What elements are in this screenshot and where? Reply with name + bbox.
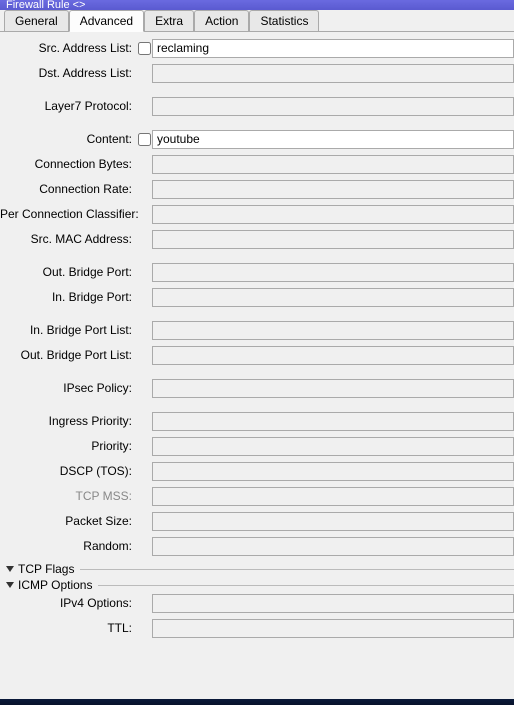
group-tcp-flags-label: TCP Flags bbox=[18, 562, 74, 576]
out-bridge-port-input[interactable] bbox=[152, 263, 514, 282]
dscp-tos-input[interactable] bbox=[152, 462, 514, 481]
in-bridge-port-input[interactable] bbox=[152, 288, 514, 307]
random-input[interactable] bbox=[152, 537, 514, 556]
layer7-protocol-input[interactable] bbox=[152, 97, 514, 116]
ttl-input[interactable] bbox=[152, 619, 514, 638]
out-bridge-port-list-input[interactable] bbox=[152, 346, 514, 365]
label-src-address-list: Src. Address List: bbox=[0, 41, 136, 55]
label-ipv4-options: IPv4 Options: bbox=[0, 596, 136, 610]
group-icmp-options[interactable]: ICMP Options bbox=[0, 577, 514, 593]
invert-src-address-list-checkbox[interactable] bbox=[138, 42, 151, 55]
tab-content-advanced: Src. Address List: Dst. Address List: La… bbox=[0, 32, 514, 699]
label-in-bridge-port: In. Bridge Port: bbox=[0, 290, 136, 304]
tcp-mss-input[interactable] bbox=[152, 487, 514, 506]
label-ingress-priority: Ingress Priority: bbox=[0, 414, 136, 428]
label-priority: Priority: bbox=[0, 439, 136, 453]
divider bbox=[80, 569, 514, 570]
label-ipsec-policy: IPsec Policy: bbox=[0, 381, 136, 395]
label-layer7-protocol: Layer7 Protocol: bbox=[0, 99, 136, 113]
label-out-bridge-port-list: Out. Bridge Port List: bbox=[0, 348, 136, 362]
per-connection-classifier-input[interactable] bbox=[152, 205, 514, 224]
divider bbox=[98, 585, 514, 586]
window-title-bar: Firewall Rule <> bbox=[0, 0, 514, 10]
ipsec-policy-input[interactable] bbox=[152, 379, 514, 398]
window-bottom-edge bbox=[0, 699, 514, 705]
label-dst-address-list: Dst. Address List: bbox=[0, 66, 136, 80]
src-address-list-input[interactable] bbox=[152, 39, 514, 58]
priority-input[interactable] bbox=[152, 437, 514, 456]
tab-extra[interactable]: Extra bbox=[144, 10, 194, 31]
tabs-bar: General Advanced Extra Action Statistics bbox=[0, 10, 514, 32]
content-input[interactable] bbox=[152, 130, 514, 149]
tab-advanced[interactable]: Advanced bbox=[69, 10, 144, 32]
label-ttl: TTL: bbox=[0, 621, 136, 635]
label-src-mac-address: Src. MAC Address: bbox=[0, 232, 136, 246]
tab-general[interactable]: General bbox=[4, 10, 69, 31]
label-per-connection-classifier: Per Connection Classifier: bbox=[0, 207, 136, 221]
label-tcp-mss: TCP MSS: bbox=[0, 489, 136, 503]
group-tcp-flags[interactable]: TCP Flags bbox=[0, 561, 514, 577]
ingress-priority-input[interactable] bbox=[152, 412, 514, 431]
label-random: Random: bbox=[0, 539, 136, 553]
label-packet-size: Packet Size: bbox=[0, 514, 136, 528]
tab-statistics[interactable]: Statistics bbox=[249, 10, 319, 31]
packet-size-input[interactable] bbox=[152, 512, 514, 531]
label-connection-rate: Connection Rate: bbox=[0, 182, 136, 196]
label-out-bridge-port: Out. Bridge Port: bbox=[0, 265, 136, 279]
ipv4-options-input[interactable] bbox=[152, 594, 514, 613]
tab-action[interactable]: Action bbox=[194, 10, 249, 31]
dst-address-list-input[interactable] bbox=[152, 64, 514, 83]
label-connection-bytes: Connection Bytes: bbox=[0, 157, 136, 171]
label-content: Content: bbox=[0, 132, 136, 146]
group-icmp-options-label: ICMP Options bbox=[18, 578, 92, 592]
invert-content-checkbox[interactable] bbox=[138, 133, 151, 146]
window-title: Firewall Rule <> bbox=[6, 0, 85, 10]
label-dscp-tos: DSCP (TOS): bbox=[0, 464, 136, 478]
chevron-down-icon bbox=[6, 566, 14, 572]
chevron-down-icon bbox=[6, 582, 14, 588]
in-bridge-port-list-input[interactable] bbox=[152, 321, 514, 340]
label-in-bridge-port-list: In. Bridge Port List: bbox=[0, 323, 136, 337]
connection-bytes-input[interactable] bbox=[152, 155, 514, 174]
connection-rate-input[interactable] bbox=[152, 180, 514, 199]
src-mac-address-input[interactable] bbox=[152, 230, 514, 249]
